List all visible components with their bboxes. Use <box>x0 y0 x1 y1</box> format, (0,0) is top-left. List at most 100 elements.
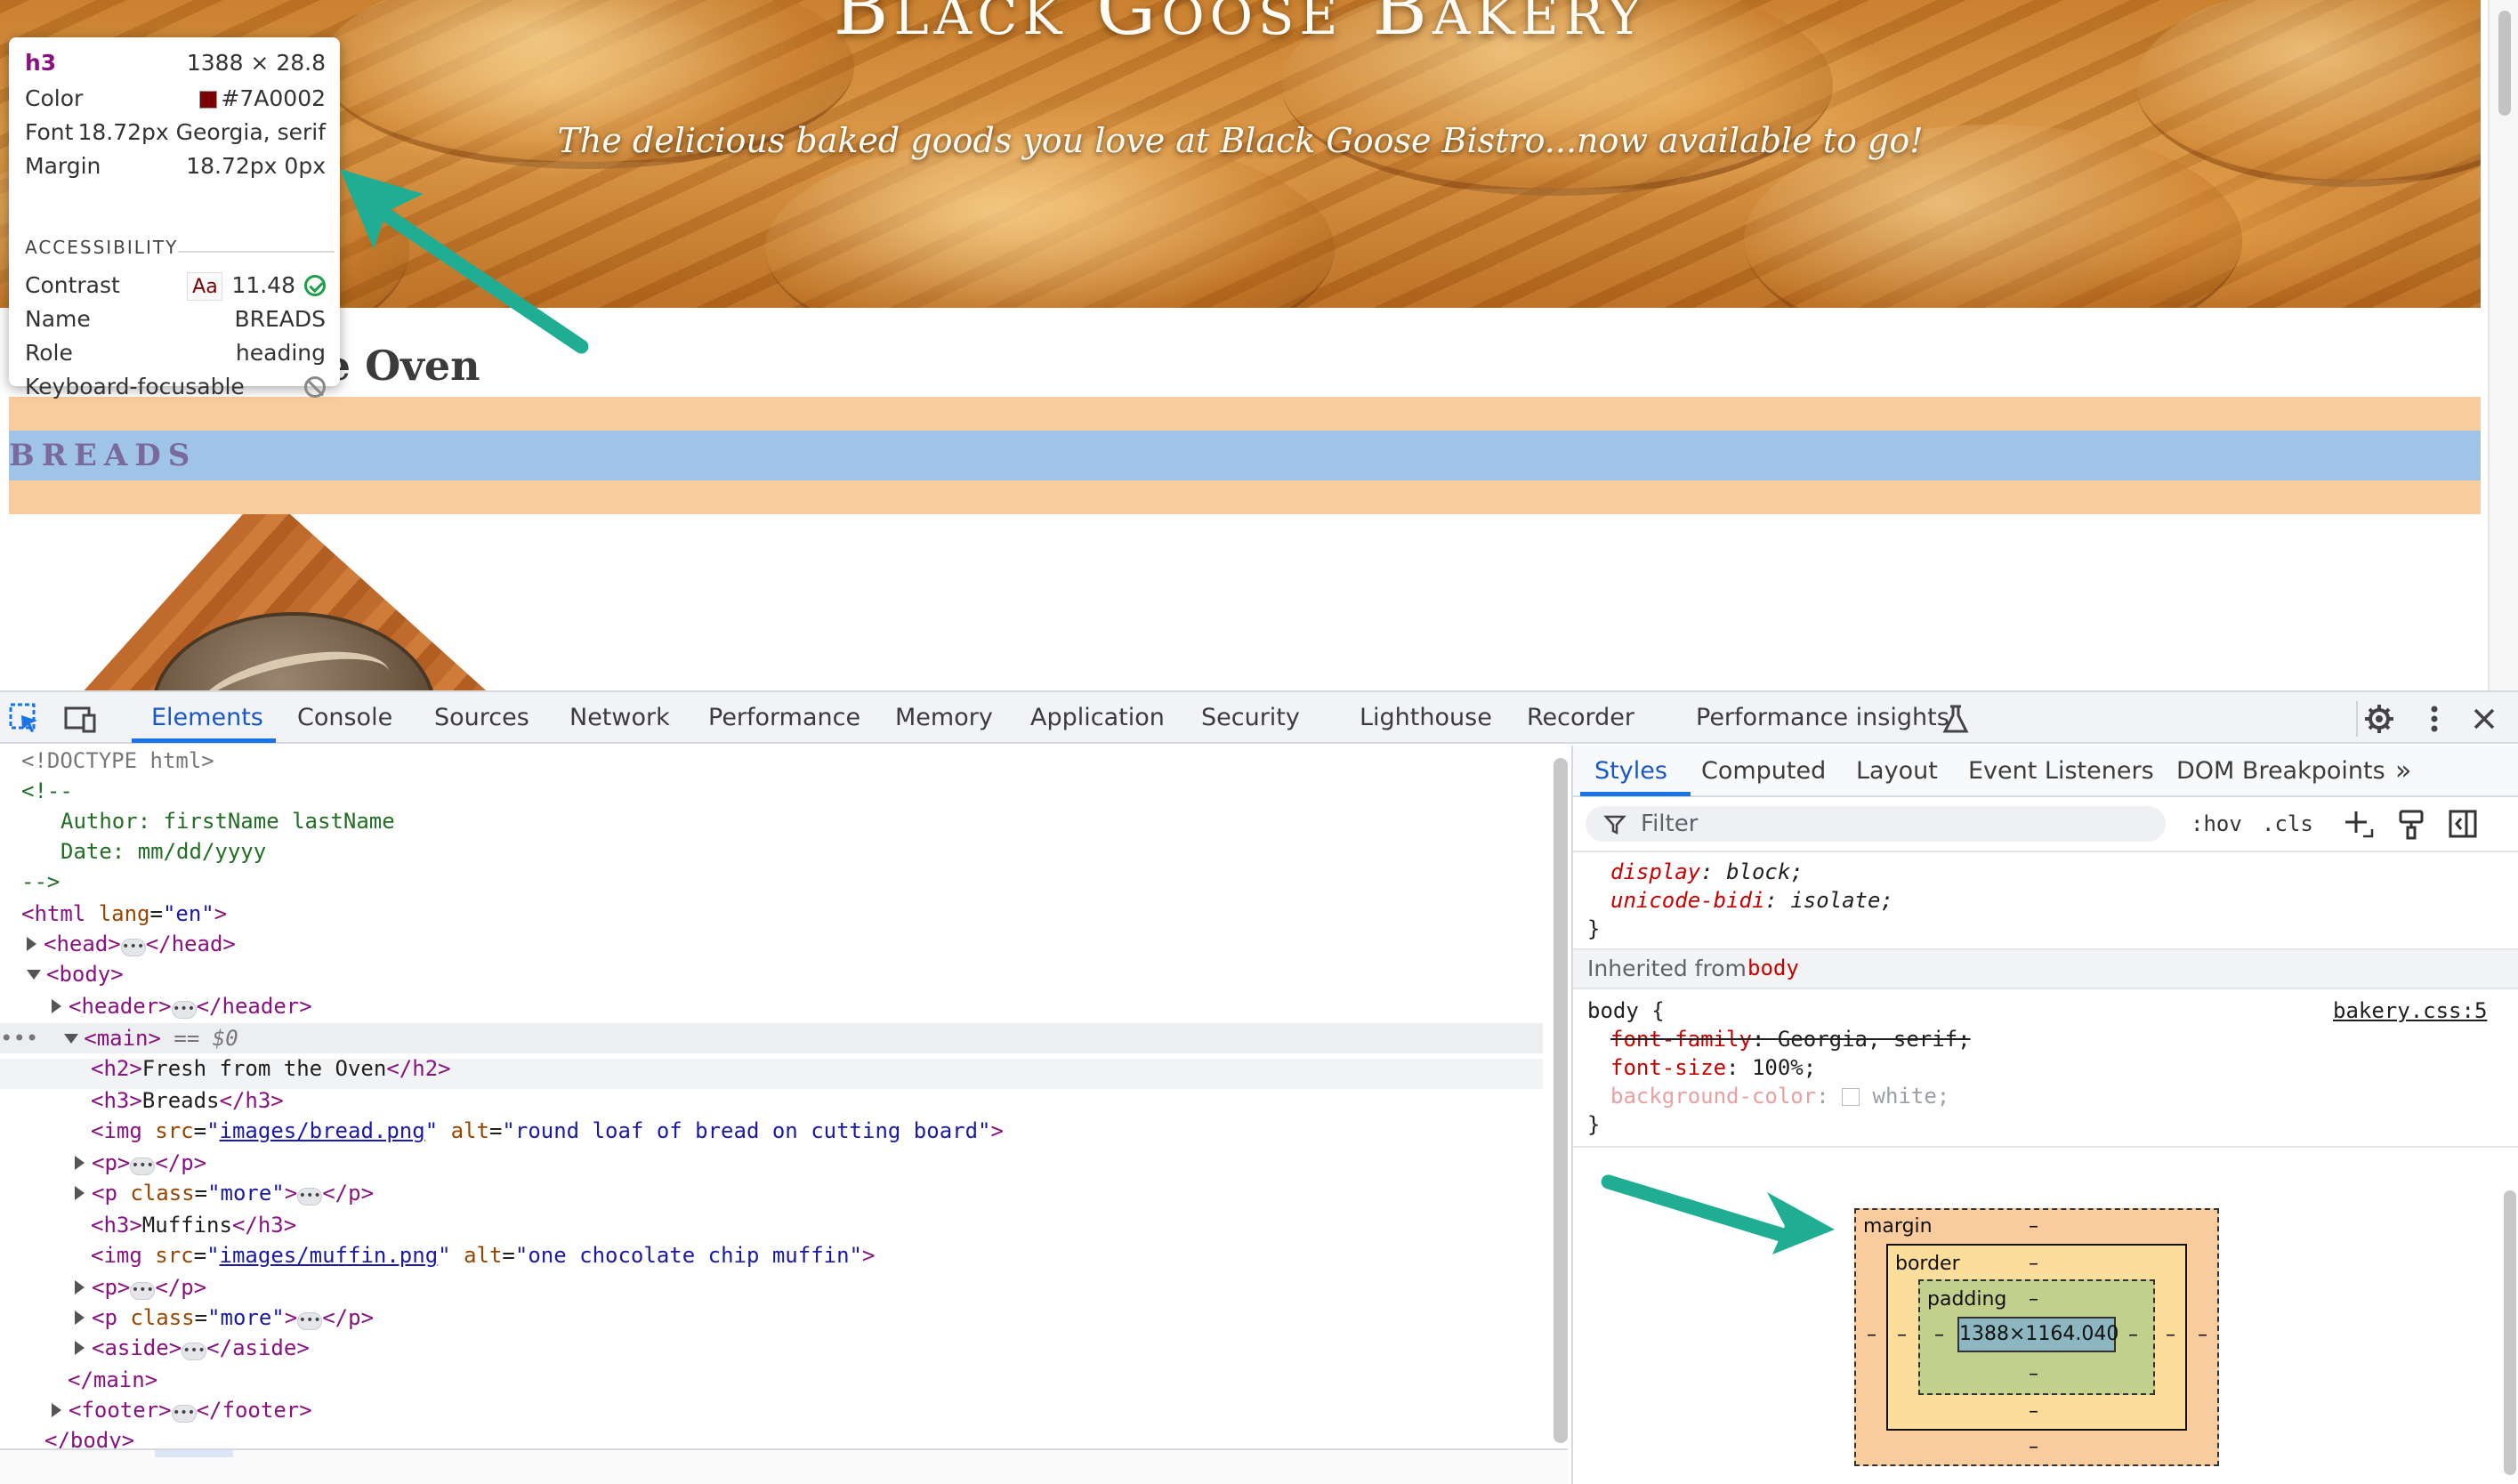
close-icon[interactable] <box>2466 701 2502 737</box>
expand-triangle-icon[interactable] <box>75 1311 85 1325</box>
dom-node-html[interactable]: <html lang="en"> <box>21 899 227 929</box>
expand-triangle-icon[interactable] <box>75 1341 85 1355</box>
settings-gear-icon[interactable] <box>2361 701 2397 737</box>
css-declaration[interactable]: unicode-bidi: isolate; <box>1610 886 1893 915</box>
box-model-margin-left[interactable]: – <box>1867 1324 1876 1347</box>
expand-triangle-icon[interactable] <box>75 1280 85 1294</box>
tab-elements[interactable]: Elements <box>151 692 263 744</box>
img-src-link[interactable]: images/bread.png <box>220 1118 425 1143</box>
tab-recorder[interactable]: Recorder <box>1527 692 1634 744</box>
box-model-margin-top[interactable]: – <box>2029 1215 2038 1238</box>
tab-network[interactable]: Network <box>569 692 670 744</box>
tooltip-accessibility-heading: ACCESSIBILITY <box>25 237 179 258</box>
collapsed-ellipsis-icon[interactable]: ••• <box>120 939 146 956</box>
more-tabs-chevron-icon[interactable]: » <box>2395 746 2411 797</box>
dom-node-aside[interactable]: <aside>•••</aside> <box>75 1333 310 1363</box>
dom-node-main[interactable]: ••• <main> == $0 <box>0 1023 238 1053</box>
hover-state-toggle[interactable]: :hov <box>2191 808 2242 840</box>
dom-node-header[interactable]: <header>•••</header> <box>52 991 312 1021</box>
dom-node-h3-muffins[interactable]: <h3>Muffins</h3> <box>91 1210 296 1240</box>
dom-doctype[interactable]: <!DOCTYPE html> <box>21 746 214 776</box>
styles-scrollbar-thumb[interactable] <box>2504 1190 2516 1475</box>
css-selector-body[interactable]: body { <box>1587 996 1665 1025</box>
box-model-margin-right[interactable]: – <box>2198 1324 2207 1347</box>
inspect-element-icon[interactable] <box>7 701 43 737</box>
collapsed-ellipsis-icon[interactable]: ••• <box>297 1188 323 1206</box>
collapsed-ellipsis-icon[interactable]: ••• <box>171 1001 197 1019</box>
collapse-triangle-icon[interactable] <box>27 970 41 980</box>
tab-dom-breakpoints[interactable]: DOM Breakpoints <box>2176 746 2385 797</box>
paint-brush-icon[interactable] <box>2395 808 2427 840</box>
tab-event-listeners[interactable]: Event Listeners <box>1968 746 2154 797</box>
elements-scrollbar-thumb[interactable] <box>1554 758 1568 1443</box>
img-src-link[interactable]: images/muffin.png <box>220 1243 439 1268</box>
box-model-border-top[interactable]: – <box>2029 1253 2038 1276</box>
filter-funnel-icon <box>1603 815 1626 835</box>
class-toggle[interactable]: .cls <box>2262 808 2313 840</box>
tooltip-divider <box>178 251 335 253</box>
expand-triangle-icon[interactable] <box>75 1186 85 1200</box>
toggle-sidebar-icon[interactable] <box>2447 808 2479 840</box>
tab-security[interactable]: Security <box>1201 692 1300 744</box>
tab-layout[interactable]: Layout <box>1856 746 1938 797</box>
device-toolbar-icon[interactable] <box>62 701 98 737</box>
dom-node-img-bread[interactable]: <img src="images/bread.png" alt="round l… <box>91 1116 1004 1146</box>
tab-sources[interactable]: Sources <box>434 692 529 744</box>
collapsed-ellipsis-icon[interactable]: ••• <box>130 1282 156 1300</box>
box-model-padding-left[interactable]: – <box>1934 1324 1944 1347</box>
box-model-border-right[interactable]: – <box>2166 1324 2175 1347</box>
tab-computed[interactable]: Computed <box>1701 746 1826 797</box>
css-declaration-overridden[interactable]: font-family: Georgia, serif; <box>1610 1025 1971 1053</box>
css-declaration[interactable]: font-size: 100%; <box>1610 1053 1816 1082</box>
dom-comment-author[interactable]: Author: firstName lastName <box>61 806 395 836</box>
dom-comment-date[interactable]: Date: mm/dd/yyyy <box>61 836 266 867</box>
tab-styles[interactable]: Styles <box>1594 746 1667 797</box>
dom-node-img-muffin[interactable]: <img src="images/muffin.png" alt="one ch… <box>91 1240 875 1270</box>
box-model-padding-top[interactable]: – <box>2029 1288 2038 1311</box>
box-model-padding-right[interactable]: – <box>2128 1324 2138 1347</box>
expand-triangle-icon[interactable] <box>75 1156 85 1170</box>
active-tab-indicator <box>132 738 276 743</box>
tab-performance-insights[interactable]: Performance insights <box>1696 692 1949 744</box>
dom-comment-close[interactable]: --> <box>21 867 60 897</box>
collapsed-ellipsis-icon[interactable]: ••• <box>130 1157 156 1175</box>
tab-console[interactable]: Console <box>297 692 392 744</box>
dom-node-h3-breads[interactable]: <h3>Breads</h3> <box>91 1085 284 1116</box>
expand-triangle-icon[interactable] <box>27 937 36 951</box>
collapse-triangle-icon[interactable] <box>64 1034 79 1044</box>
collapsed-ellipsis-icon[interactable]: ••• <box>297 1312 323 1330</box>
expand-triangle-icon[interactable] <box>52 999 61 1013</box>
dom-node-footer[interactable]: <footer>•••</footer> <box>52 1395 312 1425</box>
tab-application[interactable]: Application <box>1030 692 1165 744</box>
flask-icon <box>1942 705 1969 733</box>
dom-node-body[interactable]: <body> <box>27 959 124 989</box>
dom-node-p[interactable]: <p>•••</p> <box>75 1272 206 1303</box>
dom-node-p[interactable]: <p>•••</p> <box>75 1148 206 1178</box>
more-options-icon[interactable] <box>2417 701 2452 737</box>
expand-triangle-icon[interactable] <box>52 1403 61 1417</box>
tab-performance[interactable]: Performance <box>708 692 860 744</box>
dom-node-p-more[interactable]: <p class="more">•••</p> <box>75 1178 374 1208</box>
dom-node-h2[interactable]: <h2>Fresh from the Oven</h2> <box>91 1053 451 1084</box>
tab-lighthouse[interactable]: Lighthouse <box>1360 692 1492 744</box>
css-declaration-inactive[interactable]: background-color: white; <box>1610 1082 1949 1110</box>
dom-comment-open[interactable]: <!-- <box>21 776 73 806</box>
box-model-border-bottom[interactable]: – <box>2029 1400 2038 1424</box>
box-model-margin-bottom[interactable]: – <box>2029 1436 2038 1459</box>
page-scrollbar-thumb[interactable] <box>2498 11 2511 116</box>
box-model-border-left[interactable]: – <box>1897 1324 1907 1347</box>
css-declaration[interactable]: display: block; <box>1610 858 1804 886</box>
box-model-content-size[interactable]: 1388×1164.040 <box>1957 1317 2119 1352</box>
dom-node-head[interactable]: <head>•••</head> <box>27 929 236 959</box>
color-swatch[interactable] <box>1842 1088 1860 1106</box>
css-source-link[interactable]: bakery.css:5 <box>2333 996 2487 1025</box>
collapsed-ellipsis-icon[interactable]: ••• <box>171 1405 197 1423</box>
box-model-padding-bottom[interactable]: – <box>2029 1363 2038 1386</box>
breadcrumb-active[interactable] <box>155 1450 233 1457</box>
dom-node-main-close[interactable]: </main> <box>68 1365 157 1395</box>
collapsed-ellipsis-icon[interactable]: ••• <box>182 1343 207 1360</box>
dom-node-p-more[interactable]: <p class="more">•••</p> <box>75 1303 374 1333</box>
inherited-from-link[interactable]: body <box>1747 956 1799 980</box>
tab-memory[interactable]: Memory <box>895 692 993 744</box>
new-style-rule-icon[interactable] <box>2342 808 2374 840</box>
